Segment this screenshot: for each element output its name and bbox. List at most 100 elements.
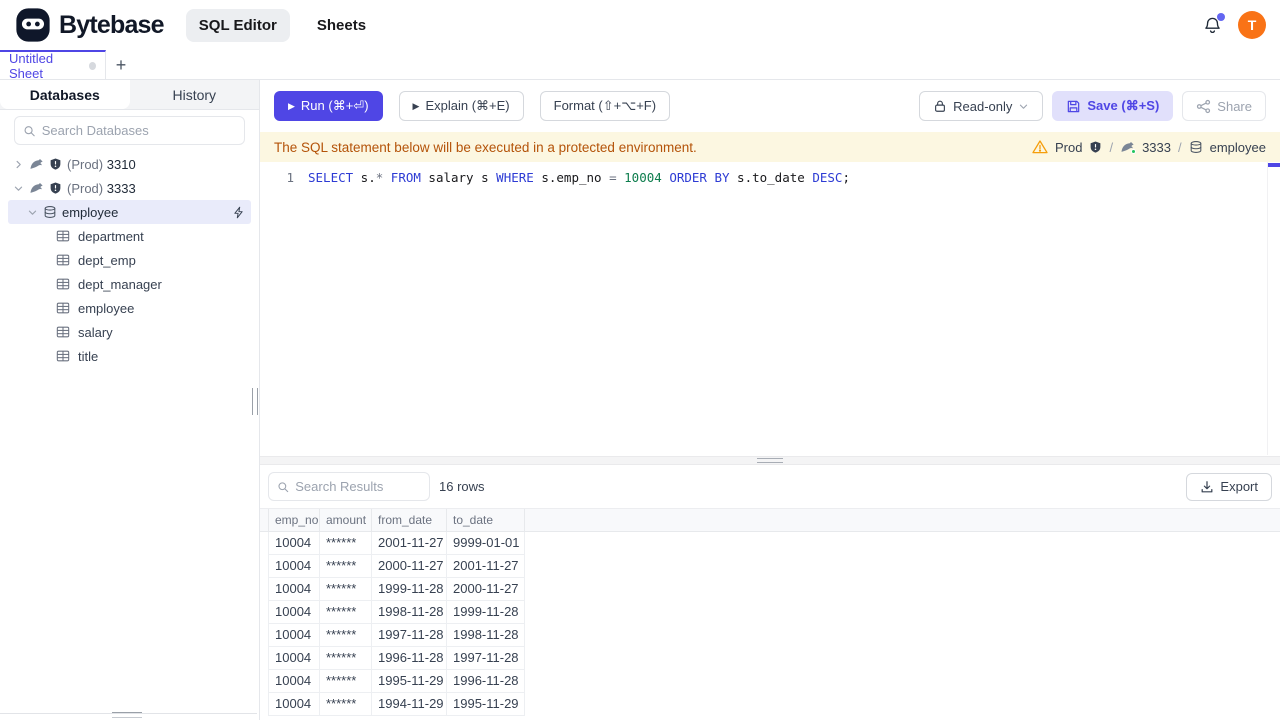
shield-protected-icon bbox=[50, 182, 61, 194]
result-cell[interactable]: 1999-11-28 bbox=[372, 578, 447, 600]
sql-editor-area[interactable]: 1 SELECT s.* FROM salary s WHERE s.emp_n… bbox=[260, 162, 1280, 455]
result-cell[interactable]: 1999-11-28 bbox=[447, 601, 525, 623]
result-row[interactable]: 10004 ****** 1999-11-28 2000-11-27 bbox=[268, 578, 525, 601]
table-icon bbox=[56, 230, 70, 242]
table-item-salary[interactable]: salary bbox=[0, 320, 259, 344]
result-cell[interactable]: ****** bbox=[320, 555, 372, 577]
database-icon bbox=[1190, 141, 1201, 153]
result-column-header[interactable]: emp_no bbox=[268, 509, 320, 531]
result-row[interactable]: 10004 ****** 1994-11-29 1995-11-29 bbox=[268, 693, 525, 716]
result-cell[interactable]: ****** bbox=[320, 693, 372, 715]
instance-prod-3310[interactable]: (Prod) 3310 bbox=[0, 152, 259, 176]
results-table-body: 10004 ****** 2001-11-27 9999-01-01 10004 ****… bbox=[268, 532, 525, 716]
result-cell[interactable]: ****** bbox=[320, 670, 372, 692]
result-cell[interactable]: 2001-11-27 bbox=[447, 555, 525, 577]
line-number: 1 bbox=[286, 170, 294, 185]
result-row[interactable]: 10004 ****** 1995-11-29 1996-11-28 bbox=[268, 670, 525, 693]
result-cell[interactable]: 10004 bbox=[268, 578, 320, 600]
save-button[interactable]: Save (⌘+S) bbox=[1052, 91, 1174, 121]
result-cell[interactable]: 2001-11-27 bbox=[372, 532, 447, 554]
table-item-dept_emp[interactable]: dept_emp bbox=[0, 248, 259, 272]
table-item-department[interactable]: department bbox=[0, 224, 259, 248]
result-column-header[interactable]: amount bbox=[320, 509, 372, 531]
result-cell[interactable]: 1997-11-28 bbox=[447, 647, 525, 669]
editor-scrollbar[interactable] bbox=[1267, 162, 1280, 455]
result-cell[interactable]: ****** bbox=[320, 578, 372, 600]
sidebar-bottom-resize-handle[interactable] bbox=[112, 712, 142, 718]
database-employee-item[interactable]: employee bbox=[8, 200, 251, 224]
avatar[interactable]: T bbox=[1238, 11, 1266, 39]
result-cell[interactable]: 1996-11-28 bbox=[447, 670, 525, 692]
search-results-input[interactable] bbox=[295, 479, 421, 494]
result-cell[interactable]: ****** bbox=[320, 647, 372, 669]
share-button[interactable]: Share bbox=[1182, 91, 1266, 121]
table-icon bbox=[56, 278, 70, 290]
sheet-tab-untitled[interactable]: Untitled Sheet bbox=[0, 50, 106, 81]
sql-token: s. bbox=[353, 170, 376, 185]
instance-label[interactable]: 3333 bbox=[1142, 140, 1171, 155]
result-row[interactable]: 10004 ****** 2001-11-27 9999-01-01 bbox=[268, 532, 525, 555]
result-cell[interactable]: ****** bbox=[320, 624, 372, 646]
result-cell[interactable]: 2000-11-27 bbox=[372, 555, 447, 577]
sidebar-tabs: Databases History bbox=[0, 80, 259, 110]
result-cell[interactable]: 10004 bbox=[268, 670, 320, 692]
brand[interactable]: Bytebase bbox=[14, 6, 165, 44]
tab-history[interactable]: History bbox=[130, 80, 260, 109]
result-cell[interactable]: 10004 bbox=[268, 532, 320, 554]
results-resize-handle[interactable] bbox=[260, 456, 1280, 465]
result-cell[interactable]: 1994-11-29 bbox=[372, 693, 447, 715]
new-sheet-button[interactable]: + bbox=[106, 50, 136, 79]
result-cell[interactable]: ****** bbox=[320, 532, 372, 554]
sql-token: WHERE bbox=[496, 170, 534, 185]
readonly-mode-dropdown[interactable]: Read-only bbox=[919, 91, 1044, 121]
result-cell[interactable]: 1995-11-29 bbox=[447, 693, 525, 715]
sql-code[interactable]: SELECT s.* FROM salary s WHERE s.emp_no … bbox=[308, 168, 850, 187]
explain-button[interactable]: ▶ Explain (⌘+E) bbox=[398, 91, 524, 121]
result-cell[interactable]: 9999-01-01 bbox=[447, 532, 525, 554]
table-item-dept_manager[interactable]: dept_manager bbox=[0, 272, 259, 296]
table-item-employee[interactable]: employee bbox=[0, 296, 259, 320]
result-row[interactable]: 10004 ****** 1996-11-28 1997-11-28 bbox=[268, 647, 525, 670]
result-row[interactable]: 10004 ****** 1997-11-28 1998-11-28 bbox=[268, 624, 525, 647]
tab-databases[interactable]: Databases bbox=[0, 80, 130, 109]
environment-label[interactable]: Prod bbox=[1055, 140, 1082, 155]
nav-sql-editor[interactable]: SQL Editor bbox=[185, 8, 290, 42]
table-item-title[interactable]: title bbox=[0, 344, 259, 368]
result-row[interactable]: 10004 ****** 1998-11-28 1999-11-28 bbox=[268, 601, 525, 624]
quick-query-bolt-icon[interactable] bbox=[232, 206, 245, 219]
sidebar-resize-handle[interactable] bbox=[252, 388, 258, 415]
chevron-down-icon[interactable] bbox=[12, 183, 24, 194]
result-cell[interactable]: 1998-11-28 bbox=[447, 624, 525, 646]
instance-env-label: (Prod) 3333 bbox=[67, 180, 136, 196]
result-column-header[interactable]: from_date bbox=[372, 509, 447, 531]
result-cell[interactable]: 1995-11-29 bbox=[372, 670, 447, 692]
result-cell[interactable]: 1996-11-28 bbox=[372, 647, 447, 669]
result-cell[interactable]: 1997-11-28 bbox=[372, 624, 447, 646]
table-label: employee bbox=[78, 300, 135, 316]
result-cell[interactable]: 10004 bbox=[268, 555, 320, 577]
notifications-bell-icon[interactable] bbox=[1203, 12, 1225, 35]
protected-environment-banner: The SQL statement below will be executed… bbox=[260, 132, 1280, 162]
search-databases-input[interactable] bbox=[41, 123, 236, 138]
result-cell[interactable]: 10004 bbox=[268, 647, 320, 669]
chevron-right-icon[interactable] bbox=[12, 159, 24, 170]
result-cell[interactable]: ****** bbox=[320, 601, 372, 623]
code-line[interactable]: 1 SELECT s.* FROM salary s WHERE s.emp_n… bbox=[260, 162, 1280, 187]
format-button[interactable]: Format (⇧+⌥+F) bbox=[539, 91, 671, 121]
database-label[interactable]: employee bbox=[1210, 140, 1266, 155]
result-cell[interactable]: 2000-11-27 bbox=[447, 578, 525, 600]
export-button[interactable]: Export bbox=[1186, 472, 1272, 501]
row-count: 16 rows bbox=[439, 479, 485, 494]
result-cell[interactable]: 10004 bbox=[268, 601, 320, 623]
result-cell[interactable]: 1998-11-28 bbox=[372, 601, 447, 623]
result-column-header[interactable]: to_date bbox=[447, 509, 525, 531]
chevron-down-icon[interactable] bbox=[26, 207, 38, 218]
instance-status-dot bbox=[1131, 148, 1137, 154]
instance-prod-3333[interactable]: (Prod) 3333 bbox=[0, 176, 259, 200]
run-button[interactable]: ▶ Run (⌘+⏎) bbox=[274, 91, 383, 121]
result-row[interactable]: 10004 ****** 2000-11-27 2001-11-27 bbox=[268, 555, 525, 578]
result-cell[interactable]: 10004 bbox=[268, 693, 320, 715]
nav-sheets[interactable]: Sheets bbox=[304, 9, 379, 42]
result-cell[interactable]: 10004 bbox=[268, 624, 320, 646]
